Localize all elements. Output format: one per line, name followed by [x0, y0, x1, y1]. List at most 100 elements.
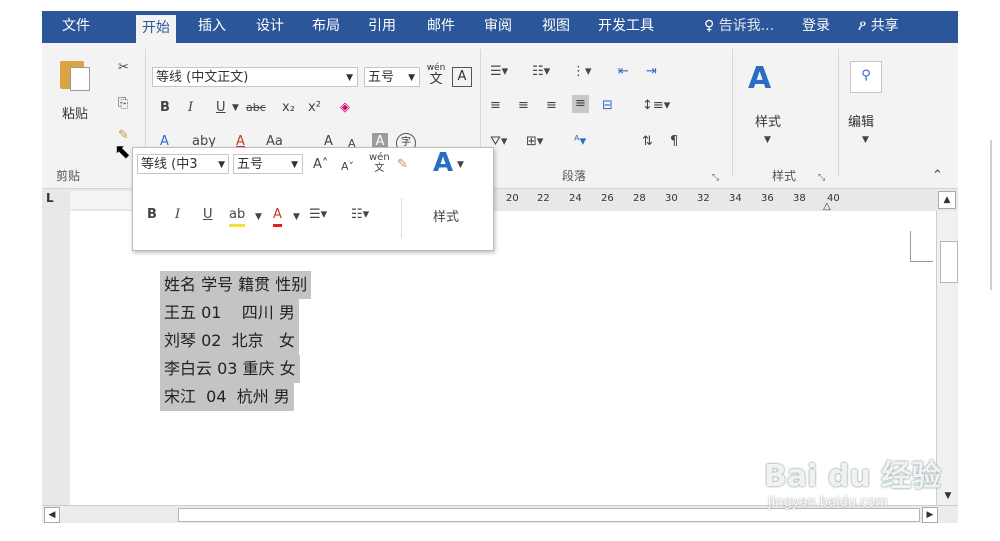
ruler-tick: 24 — [569, 193, 582, 204]
grow-font-icon[interactable]: A˄ — [313, 156, 328, 174]
search-icon[interactable]: ⚲ — [850, 61, 882, 93]
align-right-icon[interactable]: ≡ — [546, 97, 557, 115]
share-button[interactable]: ዖ 共享 — [858, 11, 899, 43]
scroll-right-arrow-icon[interactable]: ▶ — [922, 507, 938, 523]
document-line[interactable]: 王五 01 四川 男 — [160, 299, 299, 327]
tab-selector-icon[interactable]: L — [46, 191, 64, 209]
mini-italic-button[interactable]: I — [175, 206, 180, 224]
underline-button[interactable]: U — [216, 99, 226, 117]
mini-bullets-icon[interactable]: ☰▾ — [309, 206, 327, 224]
ribbon-tab-bar: 文件 开始 插入 设计 布局 引用 邮件 审阅 视图 开发工具 ♀ 告诉我...… — [42, 11, 958, 43]
group-divider — [838, 49, 839, 177]
lightbulb-icon: ♀ — [704, 18, 715, 34]
scrollbar-thumb[interactable] — [940, 241, 958, 283]
paste-icon[interactable] — [60, 55, 90, 91]
phonetic-guide-button[interactable]: wén 文 — [426, 63, 446, 89]
tab-review[interactable]: 审阅 — [484, 11, 512, 43]
superscript-button[interactable]: x² — [308, 99, 321, 117]
person-icon: ዖ — [858, 18, 867, 34]
mini-underline-button[interactable]: U — [203, 206, 213, 224]
mini-font-color-icon[interactable]: A — [273, 206, 282, 227]
tab-mailings[interactable]: 邮件 — [427, 11, 455, 43]
strikethrough-button[interactable]: abc — [246, 99, 266, 117]
decrease-indent-icon[interactable]: ⇤ — [618, 63, 629, 81]
dialog-launcher-icon[interactable]: ⤡ — [818, 169, 825, 187]
ruler-tick: 28 — [633, 193, 646, 204]
shrink-font-icon[interactable]: A˅ — [341, 158, 354, 176]
scrollbar-thumb[interactable] — [178, 508, 920, 522]
mini-highlight-icon[interactable]: ab — [229, 206, 246, 227]
tab-file[interactable]: 文件 — [62, 11, 90, 43]
borders-icon[interactable]: ⊞▾ — [526, 133, 543, 151]
ruler-tick: 20 — [506, 193, 519, 204]
line-spacing-icon[interactable]: ↕≡▾ — [642, 97, 670, 115]
page-corner-marker — [910, 231, 933, 262]
dialog-launcher-icon[interactable]: ⤡ — [712, 169, 719, 187]
mini-styles-icon[interactable]: A — [433, 148, 453, 178]
styles-icon[interactable]: A — [748, 61, 788, 101]
tab-view[interactable]: 视图 — [542, 11, 570, 43]
share-label: 共享 — [870, 18, 899, 34]
increase-indent-icon[interactable]: ⇥ — [646, 63, 657, 81]
ruler-tick: 36 — [761, 193, 774, 204]
justify-icon[interactable]: ≡ — [572, 95, 589, 113]
distributed-icon[interactable]: ⊟ — [602, 97, 613, 115]
multilevel-list-icon[interactable]: ⋮▾ — [572, 63, 592, 81]
tab-home[interactable]: 开始 — [136, 15, 176, 43]
mini-numbering-icon[interactable]: ☷▾ — [351, 206, 369, 224]
styles-group-label: 样式 — [772, 169, 797, 183]
subscript-button[interactable]: x₂ — [282, 99, 295, 117]
align-center-icon[interactable]: ≡ — [518, 97, 529, 115]
editing-label[interactable]: 编辑 — [848, 111, 874, 130]
chevron-down-icon[interactable]: ▼ — [232, 99, 239, 117]
document-line[interactable]: 姓名 学号 籍贯 性别 — [160, 271, 312, 299]
mini-font-size-combo[interactable]: 五号 ▼ — [233, 154, 303, 174]
tab-insert[interactable]: 插入 — [198, 11, 226, 43]
chevron-down-icon[interactable]: ▼ — [764, 131, 771, 149]
cut-icon[interactable]: ✂ — [118, 59, 129, 77]
document-line[interactable]: 刘琴 02 北京 女 — [160, 327, 299, 355]
char-border-button[interactable]: A — [452, 67, 472, 87]
group-divider — [732, 49, 733, 177]
mini-styles-label[interactable]: 样式 — [433, 206, 459, 225]
clear-format-icon[interactable]: ◈ — [340, 99, 350, 117]
scroll-left-arrow-icon[interactable]: ◀ — [44, 507, 60, 523]
tab-references[interactable]: 引用 — [368, 11, 396, 43]
phonetic-char: 文 — [429, 72, 443, 87]
styles-label[interactable]: 样式 — [755, 111, 781, 130]
copy-icon[interactable]: ⎘ — [118, 95, 128, 113]
paste-label[interactable]: 粘贴 — [62, 103, 88, 122]
chevron-down-icon[interactable]: ▼ — [862, 131, 869, 149]
tab-layout[interactable]: 布局 — [312, 11, 340, 43]
italic-button[interactable]: I — [188, 99, 193, 117]
align-left-icon[interactable]: ≡ — [490, 97, 501, 115]
screen-edge-line — [990, 140, 992, 290]
mini-bold-button[interactable]: B — [147, 206, 157, 224]
ruler-tick: 22 — [537, 193, 550, 204]
login-link[interactable]: 登录 — [802, 11, 830, 43]
chevron-down-icon[interactable]: ▼ — [255, 208, 262, 226]
scroll-up-arrow-icon[interactable]: ▲ — [938, 191, 956, 209]
font-name-combo[interactable]: 等线 (中文正文) ▼ — [152, 67, 358, 87]
format-painter-icon[interactable]: ✎ — [397, 156, 408, 174]
asian-layout-icon[interactable]: ᴬ▾ — [574, 133, 586, 151]
chevron-down-icon[interactable]: ▼ — [457, 156, 464, 174]
numbering-icon[interactable]: ☷▾ — [532, 63, 550, 81]
chevron-down-icon[interactable]: ▼ — [293, 208, 300, 226]
mini-font-name-combo[interactable]: 等线 (中3 ▼ — [137, 154, 229, 174]
mouse-pointer-icon: ⬉ — [114, 139, 131, 163]
tab-design[interactable]: 设计 — [256, 11, 284, 43]
tell-me-box[interactable]: ♀ 告诉我... — [704, 11, 774, 43]
font-size-combo[interactable]: 五号 ▼ — [364, 67, 420, 87]
bold-button[interactable]: B — [160, 99, 170, 117]
document-line[interactable]: 李白云 03 重庆 女 — [160, 355, 300, 383]
document-line[interactable]: 宋江 04 杭州 男 — [160, 383, 294, 411]
phonetic-guide-icon[interactable]: wén 文 — [369, 152, 390, 174]
show-marks-icon[interactable]: ¶ — [670, 133, 678, 151]
tab-developer[interactable]: 开发工具 — [598, 11, 654, 43]
ruler-tick: 26 — [601, 193, 614, 204]
sort-icon[interactable]: ⇅ — [642, 133, 653, 151]
word-window: 文件 开始 插入 设计 布局 引用 邮件 审阅 视图 开发工具 ♀ 告诉我...… — [42, 11, 958, 523]
collapse-ribbon-icon[interactable]: ⌃ — [932, 167, 943, 185]
bullets-icon[interactable]: ☰▾ — [490, 63, 508, 81]
